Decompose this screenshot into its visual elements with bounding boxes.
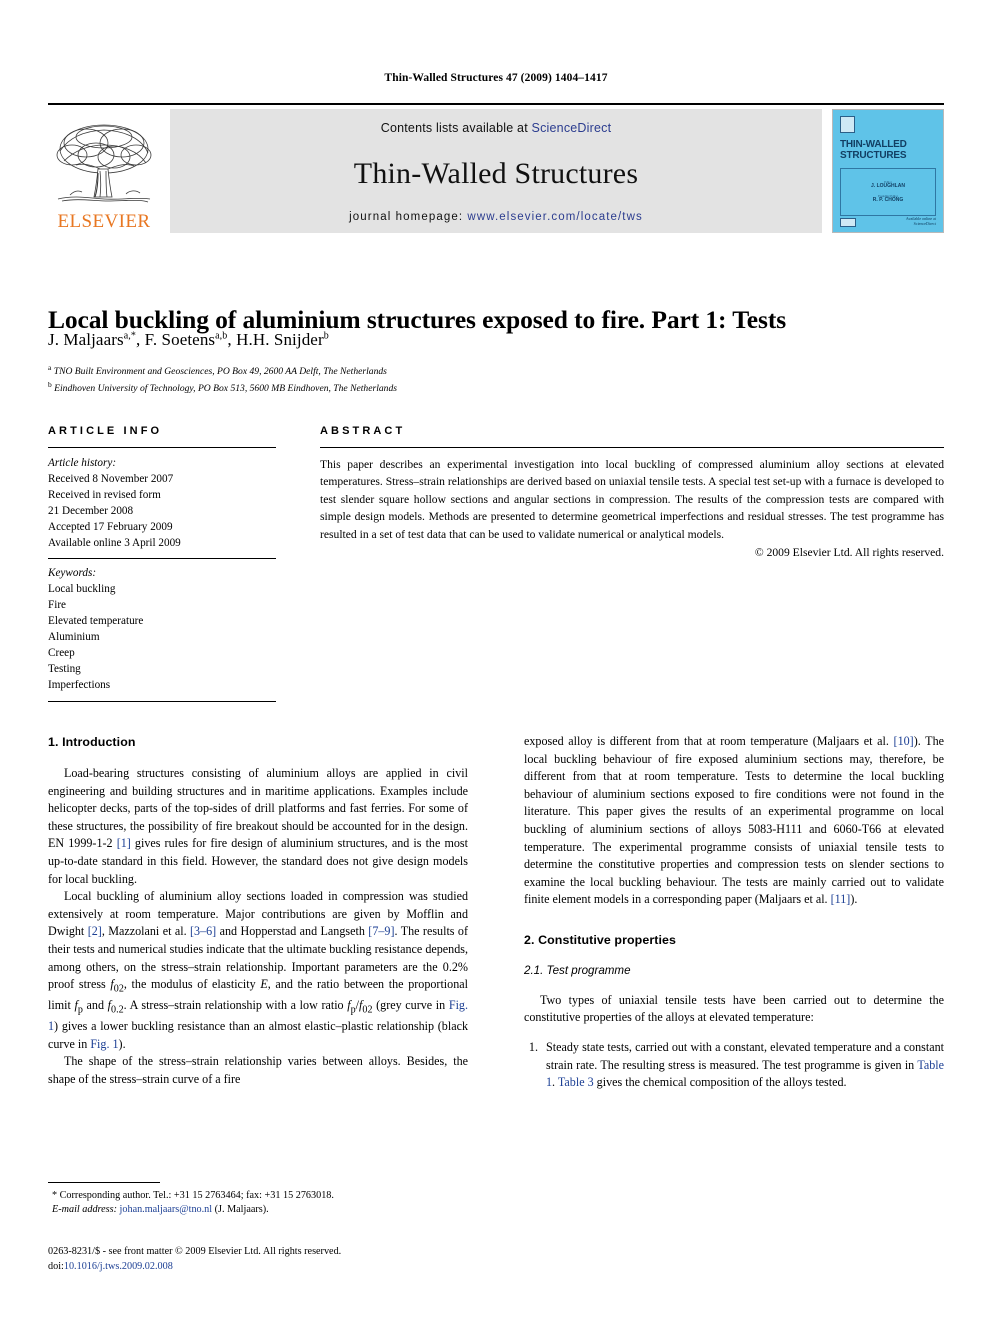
- cover-title: THIN-WALLED STRUCTURES: [840, 139, 936, 161]
- contents-available-line: Contents lists available at ScienceDirec…: [381, 121, 612, 135]
- keyword-item: Local buckling: [48, 583, 116, 596]
- cover-elsevier-badge-icon: [840, 218, 856, 227]
- elsevier-wordmark: ELSEVIER: [57, 211, 151, 232]
- email-label: E-mail address:: [52, 1204, 117, 1216]
- corresponding-author-footnote: * Corresponding author. Tel.: +31 15 276…: [48, 1182, 468, 1218]
- paper-page: Thin-Walled Structures 47 (2009) 1404–14…: [0, 0, 992, 1323]
- email-link[interactable]: johan.maljaars@tno.nl: [120, 1204, 213, 1215]
- journal-homepage-line: journal homepage: www.elsevier.com/locat…: [349, 211, 643, 223]
- sciencedirect-link[interactable]: ScienceDirect: [532, 121, 612, 135]
- intro-paragraph-3-continued: exposed alloy is different from that at …: [524, 734, 944, 907]
- abstract-rule-top: [320, 447, 944, 448]
- elsevier-tree-icon: [52, 121, 156, 211]
- history-label: Article history:: [48, 457, 117, 469]
- corresponding-author-line: * Corresponding author. Tel.: +31 15 276…: [48, 1189, 468, 1203]
- keyword-item: Fire: [48, 599, 67, 612]
- history-item: Received in revised form: [48, 488, 161, 501]
- citation-7-9[interactable]: [7–9]: [368, 924, 394, 938]
- affiliations: a TNO Built Environment and Geosciences,…: [48, 362, 928, 397]
- homepage-prefix: journal homepage:: [349, 211, 468, 223]
- citation-11[interactable]: [11]: [831, 892, 851, 906]
- journal-title: Thin-Walled Structures: [353, 157, 639, 190]
- intro-paragraph-3-start: The shape of the stress–strain relations…: [48, 1054, 468, 1087]
- intro-paragraph-1: Load-bearing structures consisting of al…: [48, 766, 468, 886]
- citation-1[interactable]: [1]: [117, 836, 131, 850]
- list-item: Steady state tests, carried out with a c…: [541, 1039, 944, 1092]
- subsection-heading-test-programme: 2.1. Test programme: [524, 963, 631, 977]
- history-item: 21 December 2008: [48, 504, 134, 517]
- email-line: E-mail address: johan.maljaars@tno.nl (J…: [48, 1203, 468, 1217]
- abstract-copyright: © 2009 Elsevier Ltd. All rights reserved…: [754, 545, 944, 559]
- body-columns: 1. Introduction Load-bearing structures …: [48, 733, 944, 1092]
- info-abstract-band: ARTICLE INFO ABSTRACT Article history: R…: [48, 425, 944, 709]
- test-types-list: Steady state tests, carried out with a c…: [524, 1039, 944, 1092]
- history-item: Available online 3 April 2009: [48, 536, 181, 549]
- cover-publisher-badge-icon: [840, 116, 855, 133]
- cover-sd-name: ScienceDirect: [913, 221, 936, 227]
- running-head: Thin-Walled Structures 47 (2009) 1404–14…: [384, 72, 608, 84]
- contents-prefix: Contents lists available at: [380, 121, 532, 135]
- cover-editor: Editor J. LOUGHLAN: [871, 180, 905, 190]
- test-programme-paragraph-1: Two types of uniaxial tensile tests have…: [524, 992, 944, 1025]
- keyword-item: Testing: [48, 662, 81, 675]
- cover-footer: Available online at ScienceDirect: [840, 217, 936, 227]
- cover-sciencedirect-note: Available online at ScienceDirect: [906, 217, 936, 227]
- abstract-heading: ABSTRACT: [320, 425, 406, 437]
- abstract-column: This paper describes an experimental inv…: [320, 456, 944, 709]
- history-item: Accepted 17 February 2009: [48, 520, 173, 533]
- doi-line: doi:10.1016/j.tws.2009.02.008: [48, 1260, 488, 1275]
- journal-homepage-link[interactable]: www.elsevier.com/locate/tws: [467, 211, 642, 223]
- cover-coeditor-name: R. P. CHONG: [872, 196, 904, 203]
- article-info-column: Article history: Received 8 November 200…: [48, 456, 276, 709]
- doi-link[interactable]: 10.1016/j.tws.2009.02.008: [64, 1261, 173, 1272]
- asterisk-marker: *: [52, 1190, 58, 1201]
- affiliation-a: a TNO Built Environment and Geosciences,…: [48, 363, 387, 378]
- article-info-heading: ARTICLE INFO: [48, 425, 163, 437]
- info-rule-top: [48, 447, 276, 448]
- author-list: J. Maljaarsa,*, F. Soetensa,b, H.H. Snij…: [48, 330, 329, 349]
- journal-cover-thumbnail: THIN-WALLED STRUCTURES Editor J. LOUGHLA…: [832, 109, 944, 233]
- body-column-right: exposed alloy is different from that at …: [524, 733, 944, 1092]
- imprint-block: 0263-8231/$ - see front matter © 2009 El…: [48, 1245, 488, 1275]
- keywords-label: Keywords:: [48, 567, 97, 580]
- cover-editor-box: Editor J. LOUGHLAN Founding Editor R. P.…: [840, 168, 936, 216]
- cover-title-line1: THIN-WALLED: [840, 139, 907, 150]
- elsevier-logo: ELSEVIER: [48, 109, 160, 233]
- cover-title-line2: STRUCTURES: [840, 149, 907, 161]
- abstract-text: This paper describes an experimental inv…: [320, 458, 944, 541]
- affiliation-b-text: Eindhoven University of Technology, PO B…: [54, 383, 397, 395]
- doi-label: doi:: [48, 1260, 64, 1272]
- sciencedirect-banner: Contents lists available at ScienceDirec…: [170, 109, 822, 233]
- footnote-rule: [48, 1182, 160, 1183]
- citation-3-6[interactable]: [3–6]: [190, 924, 216, 938]
- keyword-item: Creep: [48, 646, 75, 659]
- section-heading-constitutive-properties: 2. Constitutive properties: [524, 932, 677, 947]
- journal-masthead: ELSEVIER Contents lists available at Sci…: [48, 103, 944, 233]
- affiliation-a-text: TNO Built Environment and Geosciences, P…: [53, 366, 387, 378]
- intro-paragraph-2: Local buckling of aluminium alloy sectio…: [48, 889, 469, 1051]
- keyword-item: Elevated temperature: [48, 615, 144, 628]
- cover-coeditor: Founding Editor R. P. CHONG: [872, 194, 904, 204]
- info-rule-bottom: [48, 700, 276, 702]
- keyword-item: Imperfections: [48, 678, 111, 691]
- issn-copyright-line: 0263-8231/$ - see front matter © 2009 El…: [48, 1246, 342, 1257]
- table-link-3[interactable]: Table 3: [558, 1075, 594, 1089]
- affiliation-b: b Eindhoven University of Technology, PO…: [48, 380, 397, 395]
- body-column-left: 1. Introduction Load-bearing structures …: [48, 733, 468, 1092]
- citation-10[interactable]: [10]: [894, 734, 914, 748]
- keyword-item: Aluminium: [48, 631, 100, 644]
- corresponding-author-text: Corresponding author. Tel.: +31 15 27634…: [59, 1190, 334, 1201]
- table-link-1[interactable]: Table 1: [546, 1058, 944, 1090]
- citation-2[interactable]: [2]: [88, 924, 102, 938]
- history-item: Received 8 November 2007: [48, 472, 174, 485]
- info-rule-middle: [48, 558, 276, 560]
- email-owner: (J. Maljaars).: [214, 1204, 269, 1216]
- cover-editor-name: J. LOUGHLAN: [871, 183, 905, 189]
- figure-link-1b[interactable]: Fig. 1: [90, 1037, 118, 1051]
- section-heading-introduction: 1. Introduction: [48, 735, 136, 749]
